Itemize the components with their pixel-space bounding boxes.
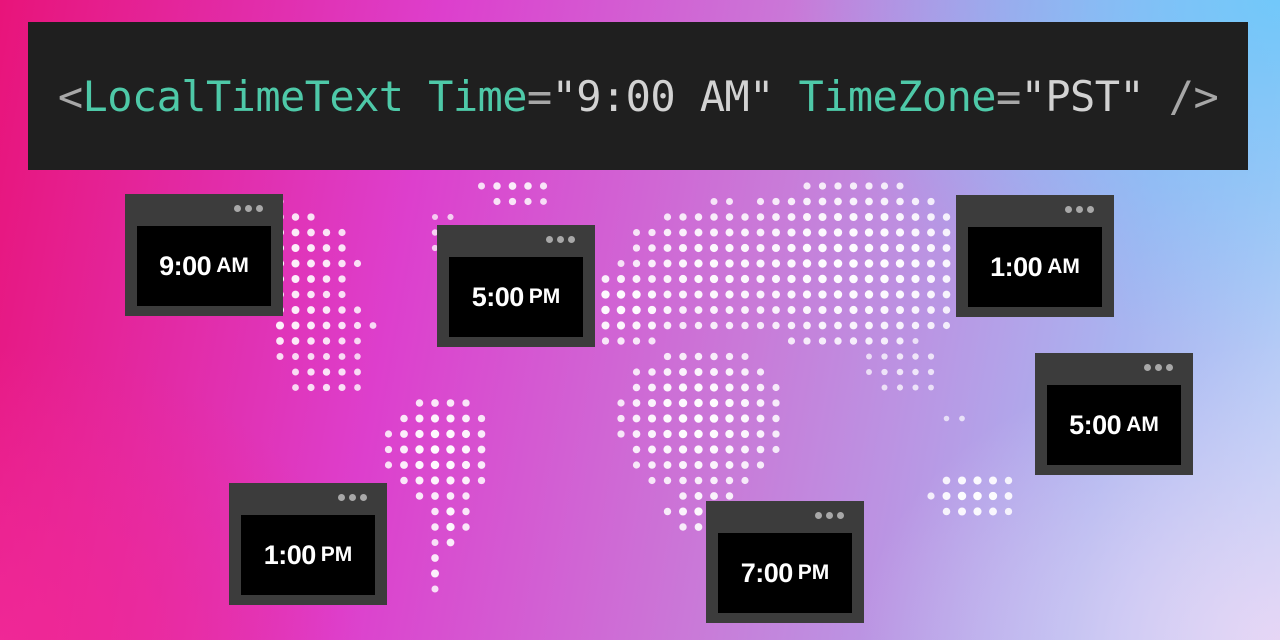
- clock-time: 9:00: [159, 250, 212, 281]
- clock-period: PM: [797, 561, 830, 584]
- code-attr-timezone-value: "PST": [1020, 71, 1145, 121]
- clock-period: AM: [1126, 413, 1159, 436]
- code-open-bracket: <: [57, 71, 83, 121]
- clock-window-oceania: 5:00 AM: [1035, 353, 1193, 475]
- clock-time: 1:00: [990, 251, 1043, 282]
- code-self-close: />: [1168, 71, 1219, 121]
- clock-period: AM: [216, 254, 249, 277]
- clock-display: 1:00 PM: [241, 515, 375, 595]
- code-attr-time-equals: =: [526, 71, 552, 121]
- window-menu-dots-icon: [546, 236, 575, 243]
- clock-time: 7:00: [740, 557, 794, 588]
- clock-display: 9:00 AM: [137, 226, 271, 306]
- clock-window-east-asia: 1:00 AM: [956, 195, 1114, 317]
- code-attr-time-value: "9:00 AM": [551, 71, 775, 121]
- code-tag-name: LocalTimeText: [82, 71, 405, 121]
- window-menu-dots-icon: [338, 494, 367, 501]
- clock-window-europe: 5:00 PM: [437, 225, 595, 347]
- code-attr-time-name: Time: [428, 71, 527, 121]
- clock-time: 5:00: [1069, 409, 1122, 440]
- code-snippet-banner: < LocalTimeText Time = "9:00 AM" TimeZone = "…: [28, 22, 1248, 170]
- clock-display: 5:00 PM: [449, 257, 583, 337]
- clock-time: 5:00: [471, 281, 525, 312]
- clock-period: PM: [528, 285, 561, 308]
- clock-period: AM: [1047, 255, 1080, 278]
- clock-period: PM: [320, 543, 353, 566]
- clock-time: 1:00: [263, 539, 317, 570]
- window-menu-dots-icon: [1065, 206, 1094, 213]
- clock-window-americas-west: 9:00 AM: [125, 194, 283, 316]
- window-menu-dots-icon: [815, 512, 844, 519]
- clock-display: 7:00 PM: [718, 533, 852, 613]
- clock-display: 5:00 AM: [1047, 385, 1181, 465]
- clock-window-africa: 7:00 PM: [706, 501, 864, 623]
- code-attr-timezone-equals: =: [995, 71, 1021, 121]
- window-menu-dots-icon: [1144, 364, 1173, 371]
- code-attr-timezone-name: TimeZone: [798, 71, 996, 121]
- clock-display: 1:00 AM: [968, 227, 1102, 307]
- clock-window-south-america: 1:00 PM: [229, 483, 387, 605]
- window-menu-dots-icon: [234, 205, 263, 212]
